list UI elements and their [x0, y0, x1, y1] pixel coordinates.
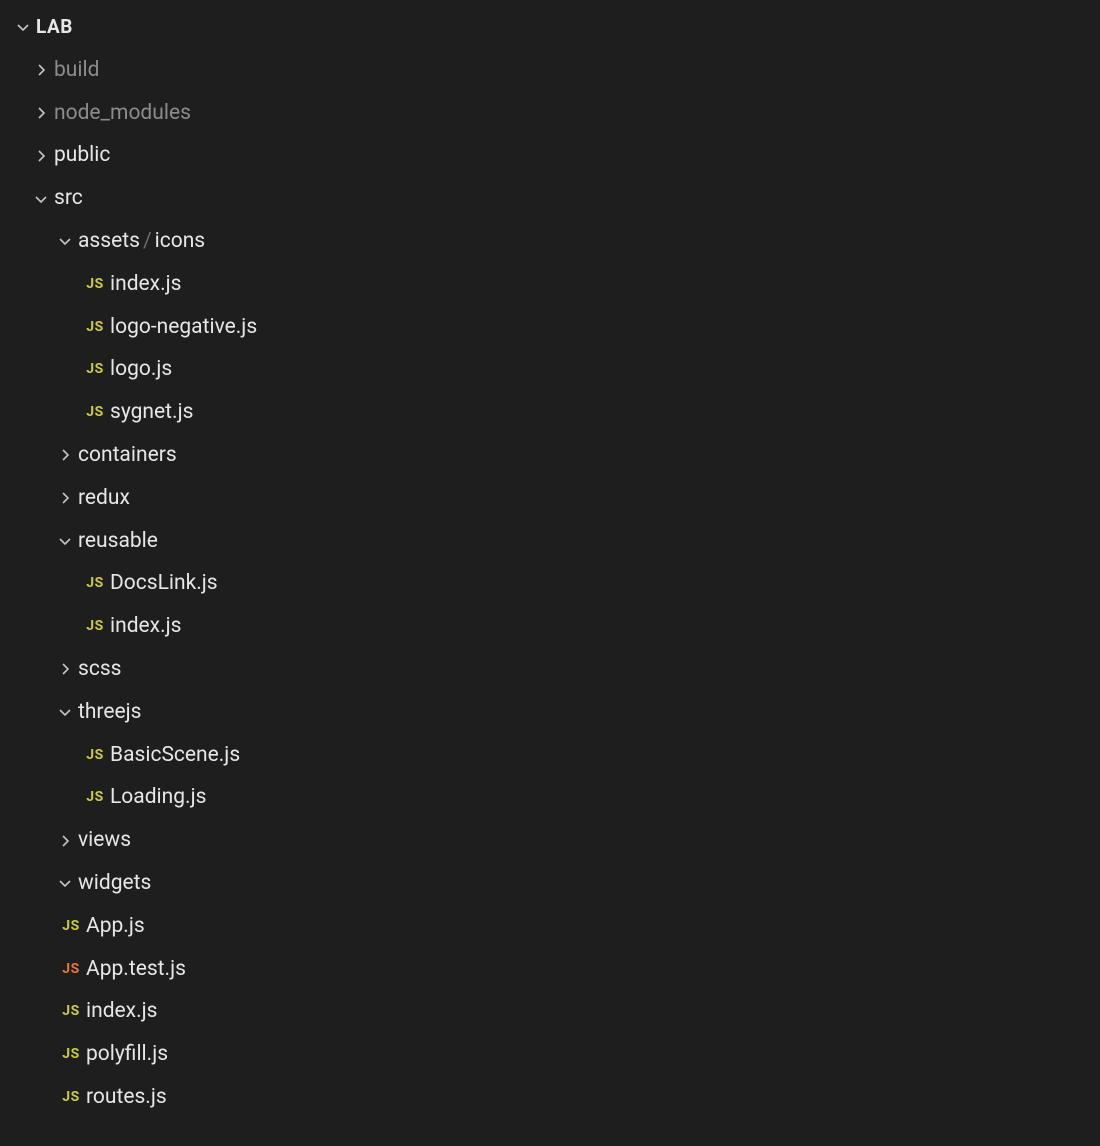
js-file-icon: JS	[80, 734, 110, 777]
tree-folder[interactable]: assets/icons	[0, 220, 1100, 263]
file-label: index.js	[110, 263, 182, 306]
folder-label: redux	[78, 477, 130, 520]
file-label: DocsLink.js	[110, 562, 218, 605]
chevron-placeholder-icon	[30, 961, 56, 977]
chevron-placeholder-icon	[54, 405, 80, 421]
folder-label: scss	[78, 648, 122, 691]
chevron-right-icon[interactable]	[28, 62, 54, 78]
path-separator: /	[140, 229, 155, 253]
folder-label: reusable	[78, 520, 158, 563]
folder-label: views	[78, 819, 131, 862]
chevron-placeholder-icon	[30, 1004, 56, 1020]
tree-folder[interactable]: public	[0, 134, 1100, 177]
tree-file[interactable]: JSLoading.js	[0, 776, 1100, 819]
js-file-icon: JS	[56, 1076, 86, 1119]
tree-file[interactable]: JSindex.js	[0, 990, 1100, 1033]
tree-file[interactable]: JSlogo-negative.js	[0, 306, 1100, 349]
chevron-right-icon[interactable]	[28, 148, 54, 164]
file-label: logo.js	[110, 348, 172, 391]
chevron-down-icon[interactable]	[28, 191, 54, 207]
tree-file[interactable]: JSindex.js	[0, 263, 1100, 306]
folder-label: threejs	[78, 691, 142, 734]
tree-folder[interactable]: reusable	[0, 520, 1100, 563]
file-label: Loading.js	[110, 776, 206, 819]
tree-file[interactable]: JSBasicScene.js	[0, 734, 1100, 777]
js-file-icon: JS	[80, 348, 110, 391]
tree-root[interactable]: LAB	[0, 6, 1100, 49]
tree-folder[interactable]: widgets	[0, 862, 1100, 905]
chevron-right-icon[interactable]	[52, 833, 78, 849]
tree-file[interactable]: JSpolyfill.js	[0, 1033, 1100, 1076]
file-label: index.js	[86, 990, 158, 1033]
folder-label: src	[54, 177, 83, 220]
tree-folder[interactable]: node_modules	[0, 92, 1100, 135]
chevron-placeholder-icon	[54, 576, 80, 592]
folder-label: assets/icons	[78, 220, 205, 263]
tree-file[interactable]: JSApp.js	[0, 905, 1100, 948]
tree-file[interactable]: JSlogo.js	[0, 348, 1100, 391]
tree-folder[interactable]: scss	[0, 648, 1100, 691]
chevron-placeholder-icon	[30, 1047, 56, 1063]
js-file-icon: JS	[80, 605, 110, 648]
file-label: index.js	[110, 605, 182, 648]
folder-label: node_modules	[54, 92, 191, 135]
chevron-right-icon[interactable]	[52, 661, 78, 677]
folder-label: public	[54, 134, 110, 177]
tree-folder[interactable]: threejs	[0, 691, 1100, 734]
js-file-icon: JS	[56, 1033, 86, 1076]
chevron-placeholder-icon	[54, 276, 80, 292]
tree-folder[interactable]: views	[0, 819, 1100, 862]
tree-folder[interactable]: redux	[0, 477, 1100, 520]
tree-file[interactable]: JSApp.test.js	[0, 948, 1100, 991]
js-file-icon: JS	[80, 562, 110, 605]
chevron-down-icon[interactable]	[52, 233, 78, 249]
tree-file[interactable]: JSDocsLink.js	[0, 562, 1100, 605]
chevron-placeholder-icon	[54, 747, 80, 763]
file-explorer-tree: LABbuildnode_modulespublicsrcassets/icon…	[0, 0, 1100, 1119]
chevron-placeholder-icon	[30, 1089, 56, 1105]
chevron-placeholder-icon	[54, 362, 80, 378]
chevron-placeholder-icon	[30, 918, 56, 934]
file-label: App.test.js	[86, 948, 186, 991]
folder-label: build	[54, 49, 99, 92]
chevron-placeholder-icon	[54, 319, 80, 335]
file-label: sygnet.js	[110, 391, 193, 434]
folder-label: containers	[78, 434, 177, 477]
file-label: polyfill.js	[86, 1033, 168, 1076]
chevron-right-icon[interactable]	[28, 105, 54, 121]
tree-file[interactable]: JSsygnet.js	[0, 391, 1100, 434]
tree-file[interactable]: JSroutes.js	[0, 1076, 1100, 1119]
file-label: routes.js	[86, 1076, 167, 1119]
chevron-down-icon[interactable]	[10, 19, 36, 35]
chevron-down-icon[interactable]	[52, 704, 78, 720]
tree-root-label: LAB	[36, 6, 73, 49]
chevron-placeholder-icon	[54, 619, 80, 635]
js-file-icon: JS	[56, 948, 86, 991]
file-label: logo-negative.js	[110, 306, 257, 349]
file-label: BasicScene.js	[110, 734, 240, 777]
js-file-icon: JS	[80, 306, 110, 349]
tree-folder[interactable]: containers	[0, 434, 1100, 477]
folder-label: widgets	[78, 862, 151, 905]
js-file-icon: JS	[80, 776, 110, 819]
tree-folder[interactable]: build	[0, 49, 1100, 92]
js-file-icon: JS	[56, 990, 86, 1033]
chevron-down-icon[interactable]	[52, 533, 78, 549]
js-file-icon: JS	[80, 263, 110, 306]
chevron-right-icon[interactable]	[52, 490, 78, 506]
tree-file[interactable]: JSindex.js	[0, 605, 1100, 648]
js-file-icon: JS	[56, 905, 86, 948]
js-file-icon: JS	[80, 391, 110, 434]
chevron-placeholder-icon	[54, 790, 80, 806]
file-label: App.js	[86, 905, 145, 948]
chevron-down-icon[interactable]	[52, 875, 78, 891]
chevron-right-icon[interactable]	[52, 447, 78, 463]
tree-folder[interactable]: src	[0, 177, 1100, 220]
